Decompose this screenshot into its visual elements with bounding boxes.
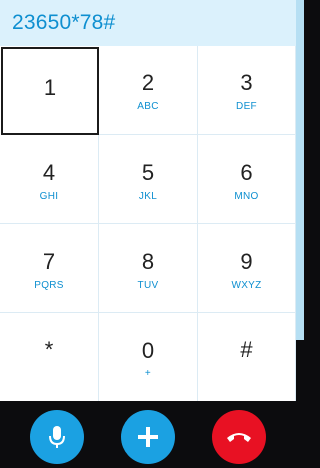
- key-digit: 4: [42, 160, 56, 185]
- hang-up-button[interactable]: [212, 410, 266, 464]
- dialer-panel: 23650*78# 1 2 ABC 3 DEF 4 GHI 5 JKL 6 MN…: [0, 0, 296, 401]
- key-letters: MNO: [234, 191, 259, 202]
- key-digit: *: [44, 337, 54, 362]
- key-letters: JKL: [138, 191, 158, 202]
- key-5[interactable]: 5 JKL: [99, 135, 198, 224]
- key-digit: 3: [240, 70, 253, 95]
- key-letters: +: [144, 368, 152, 379]
- key-digit: 9: [240, 249, 253, 274]
- add-call-button[interactable]: [121, 410, 175, 464]
- key-digit: #: [240, 337, 253, 362]
- key-letters: ABC: [137, 101, 159, 112]
- key-0[interactable]: 0 +: [99, 313, 198, 401]
- key-3[interactable]: 3 DEF: [198, 46, 296, 135]
- key-digit: 6: [240, 160, 253, 185]
- key-star[interactable]: *: [0, 313, 99, 401]
- key-8[interactable]: 8 TUV: [99, 224, 198, 313]
- hang-up-icon: [225, 429, 253, 445]
- dialed-number: 23650*78#: [12, 11, 116, 34]
- key-digit: 8: [141, 249, 155, 274]
- key-6[interactable]: 6 MNO: [198, 135, 296, 224]
- key-letters: WXYZ: [231, 280, 262, 291]
- dialed-number-field[interactable]: 23650*78#: [0, 0, 296, 46]
- microphone-button[interactable]: [30, 410, 84, 464]
- key-4[interactable]: 4 GHI: [0, 135, 99, 224]
- key-letters: DEF: [236, 101, 257, 112]
- key-digit: 7: [42, 249, 56, 274]
- key-letters: GHI: [39, 191, 59, 202]
- key-digit: 5: [141, 160, 155, 185]
- key-7[interactable]: 7 PQRS: [0, 224, 99, 313]
- key-letters: PQRS: [34, 280, 64, 291]
- keypad: 1 2 ABC 3 DEF 4 GHI 5 JKL 6 MNO 7 PQRS 8: [0, 46, 296, 401]
- side-strip: [296, 0, 304, 340]
- key-1[interactable]: 1: [1, 47, 99, 135]
- key-letters: TUV: [137, 280, 159, 291]
- plus-icon: [136, 425, 160, 449]
- key-2[interactable]: 2 ABC: [99, 46, 198, 135]
- key-digit: 0: [141, 338, 155, 363]
- key-hash[interactable]: #: [198, 313, 296, 401]
- call-action-bar: [0, 401, 304, 468]
- key-digit: 1: [43, 75, 57, 100]
- key-9[interactable]: 9 WXYZ: [198, 224, 296, 313]
- key-digit: 2: [141, 70, 155, 95]
- microphone-icon: [46, 424, 68, 450]
